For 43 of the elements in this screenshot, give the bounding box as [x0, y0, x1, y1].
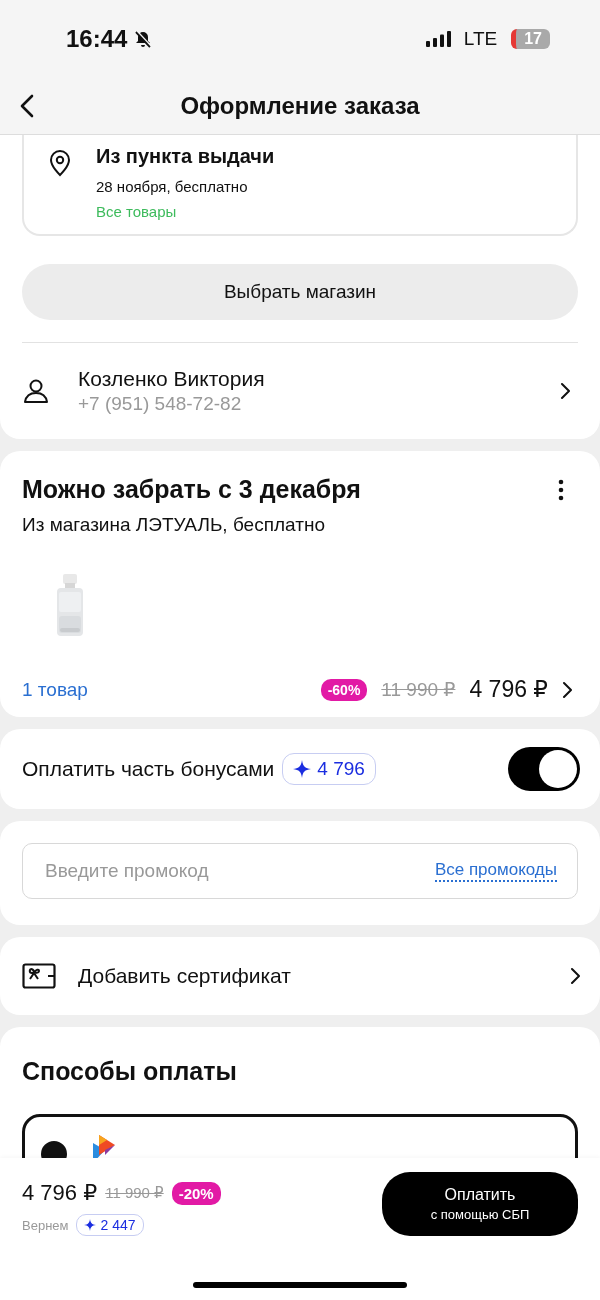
items-count-link[interactable]: 1 товар [22, 678, 88, 701]
delivery-date: 28 ноября, бесплатно [96, 178, 249, 195]
back-icon[interactable] [20, 94, 34, 118]
old-price: 11 990 ₽ [381, 678, 456, 701]
shipment-title: Можно забрать с 3 декабря [22, 475, 361, 504]
network-type: LTE [463, 28, 498, 50]
total-price: 4 796 ₽ [22, 1180, 98, 1206]
discount-badge: -20% [171, 1181, 221, 1205]
price: 4 796 ₽ [469, 676, 548, 703]
delivery-option-card[interactable]: Из пункта выдачи 28 ноября, бесплатно Все товары [22, 135, 578, 236]
bonus-label: Оплатить часть бонусами [22, 757, 275, 781]
recipient-name: Козленко Виктория [78, 367, 266, 391]
more-options-icon[interactable] [558, 478, 564, 501]
status-time: 16:44 [66, 25, 128, 53]
pay-button[interactable]: Оплатить с помощью СБП [382, 1172, 578, 1236]
shipment-subtitle: Из магазина ЛЭТУАЛЬ, бесплатно [22, 514, 326, 536]
delivery-note: Все товары [96, 203, 178, 220]
page-title: Оформление заказа [179, 92, 421, 120]
payment-methods-title: Способы оплаты [22, 1057, 237, 1085]
location-pin-icon [48, 149, 72, 177]
bonus-toggle[interactable] [508, 747, 580, 791]
add-certificate-row[interactable]: Добавить сертификат [0, 937, 600, 1015]
bonus-amount: 4 796 [317, 758, 365, 780]
sparkle-icon [293, 760, 312, 778]
choose-store-button[interactable]: Выбрать магазин [22, 264, 578, 320]
gift-card-icon [22, 963, 56, 989]
add-certificate-label: Добавить сертификат [78, 964, 292, 988]
chevron-right-icon[interactable] [562, 680, 572, 699]
discount-badge: -60% [320, 678, 368, 701]
all-promo-codes-link[interactable]: Все промокоды [434, 860, 557, 882]
chevron-right-icon[interactable] [560, 382, 570, 400]
sparkle-icon [84, 1219, 97, 1231]
person-icon [22, 377, 50, 405]
delivery-option-title: Из пункта выдачи [96, 145, 275, 168]
cashback-label: Вернем [22, 1217, 69, 1233]
cashback-amount: 2 447 [100, 1217, 136, 1233]
recipient-phone: +7 (951) 548-72-82 [78, 393, 243, 415]
signal-icon [425, 31, 452, 47]
battery-indicator: 17 [511, 29, 550, 49]
promo-code-field[interactable]: Введите промокод Все промокоды [22, 843, 578, 899]
chevron-right-icon [570, 967, 580, 985]
old-total-price: 11 990 ₽ [105, 1184, 164, 1202]
muted-bell-icon [133, 29, 154, 49]
